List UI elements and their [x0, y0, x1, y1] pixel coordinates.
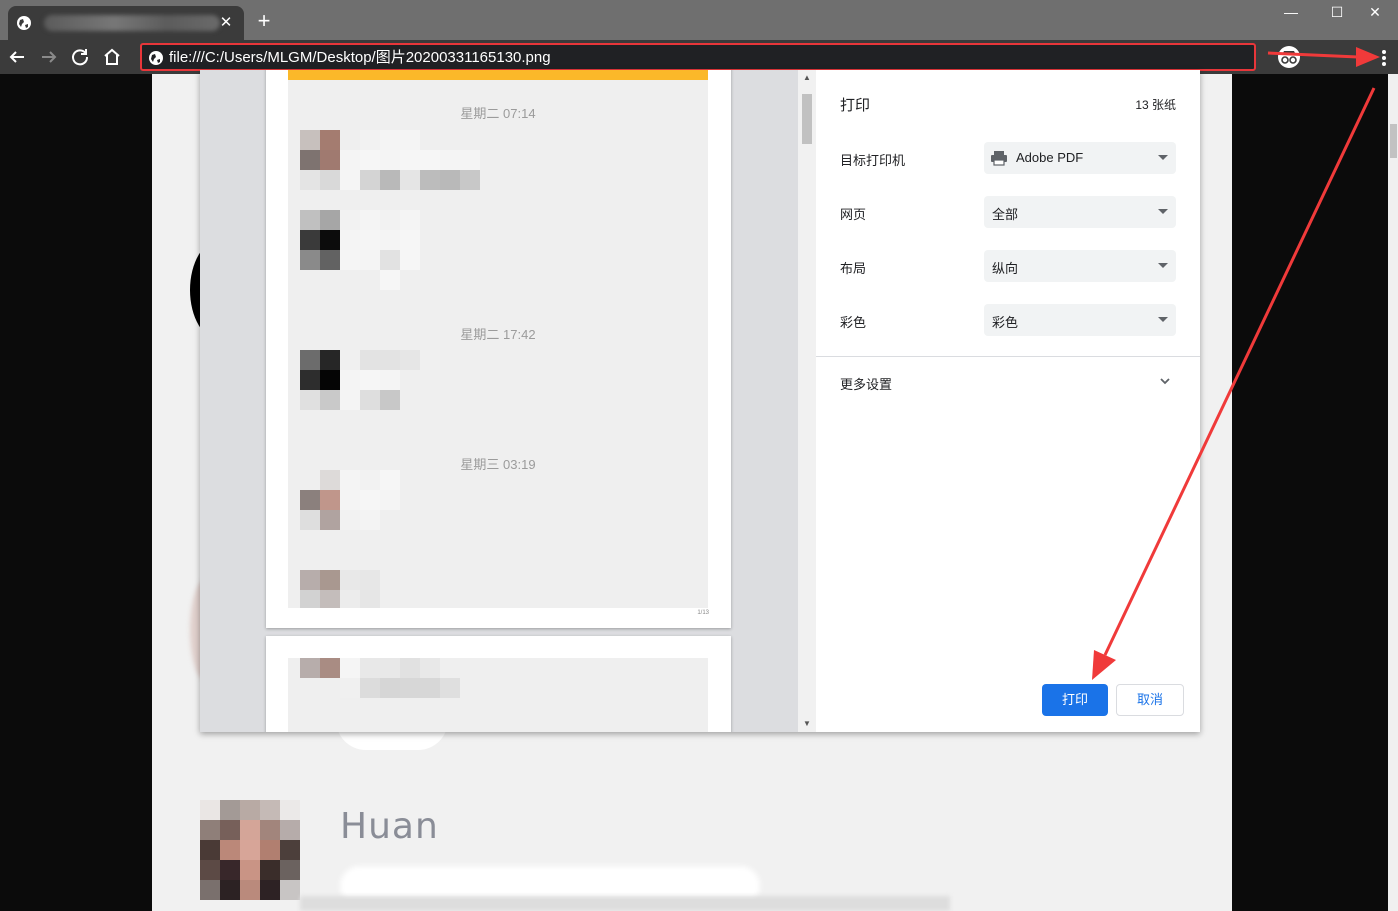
forward-icon[interactable]	[36, 44, 62, 70]
color-select[interactable]: 彩色	[984, 304, 1176, 336]
layout-value: 纵向	[992, 261, 1019, 276]
message-pixelated	[300, 130, 500, 190]
globe-icon	[149, 51, 163, 65]
close-window-button[interactable]: ✕	[1352, 0, 1398, 24]
scroll-down-icon[interactable]: ▼	[801, 718, 813, 730]
printer-icon	[991, 151, 1007, 166]
new-tab-button[interactable]: +	[252, 9, 276, 33]
preview-page	[266, 636, 731, 732]
page-scrollbar[interactable]	[1388, 74, 1398, 911]
scroll-up-icon[interactable]: ▲	[801, 72, 813, 84]
contact-name: Huan	[340, 806, 439, 847]
print-title: 打印	[840, 97, 871, 114]
more-settings-toggle[interactable]: 更多设置	[840, 374, 892, 393]
message-pixelated	[300, 470, 500, 530]
message-redacted	[300, 896, 950, 911]
dropdown-caret-icon	[1158, 209, 1168, 214]
menu-dots-icon[interactable]	[1374, 46, 1394, 70]
browser-toolbar: file:///C:/Users/MLGM/Desktop/图片20200331…	[0, 40, 1398, 74]
header-bar	[288, 70, 708, 80]
browser-tab[interactable]: ✕	[8, 6, 244, 40]
print-button[interactable]: 打印	[1042, 684, 1108, 716]
print-preview: 星期二 07:14 星期二 17:42 星期三 03:19 1/13 ▲ ▼	[200, 70, 816, 732]
message-timestamp: 星期二 17:42	[460, 327, 536, 342]
preview-scrollbar[interactable]: ▲ ▼	[798, 70, 816, 732]
tab-close-button[interactable]: ✕	[216, 13, 236, 33]
dropdown-caret-icon	[1158, 317, 1168, 322]
layout-select[interactable]: 纵向	[984, 250, 1176, 282]
destination-select[interactable]: Adobe PDF	[984, 142, 1176, 174]
print-dialog: 星期二 07:14 星期二 17:42 星期三 03:19 1/13 ▲ ▼ 打…	[200, 70, 1200, 732]
print-settings-panel: 打印 13 张纸 目标打印机 Adobe PDF 网页 全部 布局 纵向 彩色 …	[816, 70, 1200, 732]
tab-title-redacted	[44, 15, 220, 31]
destination-label: 目标打印机	[840, 153, 906, 168]
globe-icon	[17, 16, 31, 30]
back-icon[interactable]	[4, 44, 30, 70]
divider	[816, 356, 1200, 357]
home-icon[interactable]	[99, 44, 125, 70]
avatar-pixelated	[200, 800, 300, 911]
tab-strip: ✕ + — ☐ ✕	[0, 0, 1398, 40]
dropdown-caret-icon	[1158, 155, 1168, 160]
address-bar[interactable]: file:///C:/Users/MLGM/Desktop/图片20200331…	[140, 43, 1256, 71]
scrollbar-thumb[interactable]	[802, 94, 812, 144]
layout-label: 布局	[840, 261, 867, 276]
message-pixelated	[300, 350, 500, 410]
destination-value: Adobe PDF	[1016, 150, 1084, 165]
message-pixelated	[300, 210, 500, 290]
sheet-count: 13 张纸	[1135, 98, 1176, 112]
dropdown-caret-icon	[1158, 263, 1168, 268]
page-number: 1/13	[697, 610, 709, 616]
incognito-icon[interactable]	[1276, 45, 1302, 69]
url-text: file:///C:/Users/MLGM/Desktop/图片20200331…	[169, 49, 551, 66]
pages-select[interactable]: 全部	[984, 196, 1176, 228]
cancel-button[interactable]: 取消	[1116, 684, 1184, 716]
message-pixelated	[300, 570, 500, 608]
pages-label: 网页	[840, 207, 867, 222]
reload-icon[interactable]	[67, 44, 93, 70]
incognito-label-redacted	[1306, 49, 1366, 65]
preview-page: 星期二 07:14 星期二 17:42 星期三 03:19 1/13	[266, 70, 731, 628]
color-value: 彩色	[992, 315, 1019, 330]
minimize-button[interactable]: —	[1268, 0, 1314, 24]
scrollbar-thumb[interactable]	[1390, 124, 1397, 158]
message-timestamp: 星期二 07:14	[460, 106, 536, 121]
chevron-down-icon[interactable]	[1158, 374, 1172, 388]
pages-value: 全部	[992, 207, 1019, 222]
message-pixelated	[300, 658, 500, 698]
color-label: 彩色	[840, 315, 867, 330]
